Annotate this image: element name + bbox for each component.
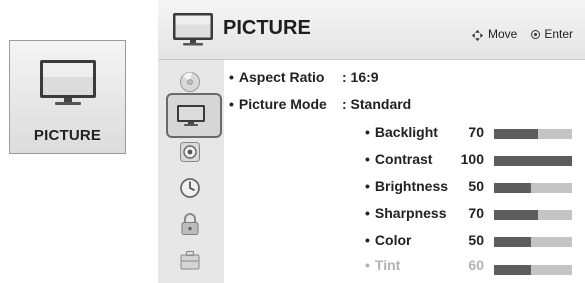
speaker-icon[interactable]	[178, 140, 202, 164]
menu-header: PICTURE Move Enter	[158, 0, 585, 60]
tv-icon	[173, 13, 213, 46]
aspect-ratio-label: Aspect Ratio	[238, 69, 325, 85]
color-item[interactable]: • Color	[365, 232, 411, 248]
sharpness-item[interactable]: • Sharpness	[365, 205, 447, 221]
brightness-slider[interactable]	[494, 183, 572, 193]
bullet: •	[229, 96, 234, 112]
brightness-item[interactable]: • Brightness	[365, 178, 448, 194]
aspect-ratio-value: : 16:9	[342, 69, 379, 85]
picture-mode-label: Picture Mode	[238, 96, 327, 112]
contrast-value: 100	[460, 151, 484, 167]
clock-icon[interactable]	[178, 176, 202, 200]
tint-value: 60	[468, 257, 484, 273]
picture-menu-tile[interactable]: PICTURE	[9, 40, 126, 154]
contrast-label: Contrast	[374, 151, 433, 167]
color-slider-fill	[494, 237, 532, 247]
brightness-label: Brightness	[374, 178, 449, 194]
bullet: •	[229, 69, 234, 85]
contrast-slider-fill	[494, 156, 572, 166]
category-sidebar	[158, 60, 224, 283]
backlight-slider[interactable]	[494, 129, 572, 139]
brightness-value: 50	[468, 178, 484, 194]
tint-item[interactable]: • Tint	[365, 257, 400, 273]
tint-slider[interactable]	[494, 265, 572, 275]
tint-label: Tint	[374, 257, 401, 273]
settings-list: • Aspect Ratio : 16:9 • Picture Mode : Sta…	[224, 60, 585, 283]
backlight-value: 70	[468, 124, 484, 140]
sharpness-slider-fill	[494, 210, 539, 220]
tv-icon	[40, 60, 96, 105]
enter-hint-label: Enter	[544, 27, 573, 41]
color-slider[interactable]	[494, 237, 572, 247]
picture-menu-panel: PICTURE Move Enter • Aspect Ratio: 16:9…	[158, 0, 585, 283]
toolbox-icon[interactable]	[178, 248, 202, 272]
bullet: •	[365, 257, 370, 273]
backlight-label: Backlight	[374, 124, 438, 140]
enter-button-icon	[531, 29, 541, 39]
backlight-item[interactable]: • Backlight	[365, 124, 438, 140]
tv-icon[interactable]	[176, 103, 206, 127]
picture-mode-value: : Standard	[342, 96, 412, 112]
picture-mode-item[interactable]: • Picture Mode	[229, 96, 327, 112]
page-title: PICTURE	[223, 17, 311, 39]
bullet: •	[365, 178, 370, 194]
bullet: •	[365, 124, 370, 140]
move-arrows-icon	[471, 29, 484, 41]
key-hints: Move Enter	[471, 27, 573, 41]
sharpness-label: Sharpness	[374, 205, 447, 221]
color-value: 50	[468, 232, 484, 248]
brightness-slider-fill	[494, 183, 532, 193]
lock-icon[interactable]	[178, 212, 202, 236]
tint-slider-fill	[494, 265, 532, 275]
aspect-ratio-item[interactable]: • Aspect Ratio	[229, 69, 324, 85]
bullet: •	[365, 151, 370, 167]
tile-label: PICTURE	[33, 127, 102, 144]
contrast-slider[interactable]	[494, 156, 572, 166]
color-label: Color	[374, 232, 412, 248]
contrast-item[interactable]: • Contrast	[365, 151, 432, 167]
sharpness-slider[interactable]	[494, 210, 572, 220]
disc-icon[interactable]	[178, 70, 202, 94]
sharpness-value: 70	[468, 205, 484, 221]
bullet: •	[365, 232, 370, 248]
move-hint-label: Move	[487, 27, 518, 41]
bullet: •	[365, 205, 370, 221]
backlight-slider-fill	[494, 129, 539, 139]
